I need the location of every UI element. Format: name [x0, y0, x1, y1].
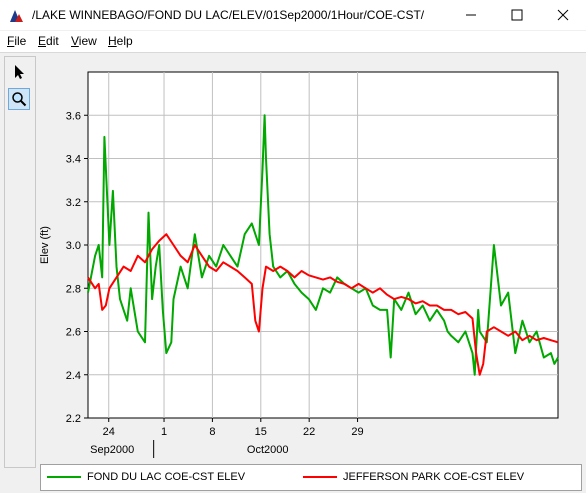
maximize-icon: [511, 9, 523, 21]
y-tick-label: 2.2: [66, 413, 81, 425]
tool-palette: [4, 56, 36, 468]
menu-help-label: elp: [116, 34, 133, 48]
menu-edit-key: E: [38, 34, 47, 48]
plot-panel: 2.2 2.4 2.6 2.8 3.0 3.2 3.4 3.6 24 1 8 15 22 29 Sep200…: [36, 56, 582, 461]
menu-file-label: ile: [14, 34, 27, 48]
y-tick-label: 2.6: [66, 327, 81, 339]
minimize-button[interactable]: [448, 0, 494, 30]
legend-label: JEFFERSON PARK COE-CST ELEV: [343, 471, 525, 483]
y-axis-label: Elev (ft): [39, 226, 51, 264]
maximize-button[interactable]: [494, 0, 540, 30]
zoom-tool-button[interactable]: [8, 88, 30, 110]
pointer-tool-button[interactable]: [8, 61, 30, 83]
menu-file[interactable]: File: [7, 34, 26, 48]
close-icon: [557, 9, 569, 21]
close-button[interactable]: [540, 0, 586, 30]
arrow-pointer-icon: [15, 65, 24, 79]
menu-help-key: H: [108, 34, 117, 48]
minimize-icon: [466, 14, 476, 16]
y-tick-label: 2.4: [66, 370, 81, 382]
title-bar[interactable]: /LAKE WINNEBAGO/FOND DU LAC/ELEV/01Sep20…: [0, 0, 586, 30]
y-tick-label: 2.8: [66, 283, 81, 295]
y-tick-label: 3.0: [66, 240, 81, 252]
y-tick-label: 3.6: [66, 110, 81, 122]
x-month-label: Oct2000: [247, 444, 289, 456]
menu-view[interactable]: View: [71, 34, 97, 48]
menu-bar: File Edit View Help: [0, 31, 586, 53]
elevation-chart[interactable]: 2.2 2.4 2.6 2.8 3.0 3.2 3.4 3.6 24 1 8 15 22 29 Sep200…: [36, 56, 582, 461]
y-tick-label: 3.2: [66, 197, 81, 209]
x-month-label: Sep2000: [90, 444, 134, 456]
x-tick-label: 15: [255, 426, 267, 438]
menu-edit-label: dit: [46, 34, 59, 48]
app-icon: [10, 10, 23, 22]
legend-label: FOND DU LAC COE-CST ELEV: [87, 471, 246, 483]
legend-item-jefferson-park: JEFFERSON PARK COE-CST ELEV: [303, 471, 524, 483]
x-tick-label: 1: [161, 426, 167, 438]
menu-help[interactable]: Help: [108, 34, 133, 48]
menu-view-label: iew: [78, 34, 97, 48]
x-tick-label: 29: [351, 426, 363, 438]
legend: FOND DU LAC COE-CST ELEV JEFFERSON PARK …: [40, 464, 582, 491]
legend-swatch-green: [47, 476, 81, 478]
menu-edit[interactable]: Edit: [38, 34, 59, 48]
x-tick-label: 22: [303, 426, 315, 438]
magnifier-icon: [12, 92, 27, 107]
legend-swatch-red: [303, 476, 337, 478]
legend-item-fond-du-lac: FOND DU LAC COE-CST ELEV: [47, 471, 245, 483]
y-tick-label: 3.4: [66, 154, 81, 166]
x-tick-label: 8: [209, 426, 215, 438]
menu-view-key: V: [71, 34, 79, 48]
x-tick-label: 24: [103, 426, 115, 438]
window-title: /LAKE WINNEBAGO/FOND DU LAC/ELEV/01Sep20…: [32, 8, 425, 22]
